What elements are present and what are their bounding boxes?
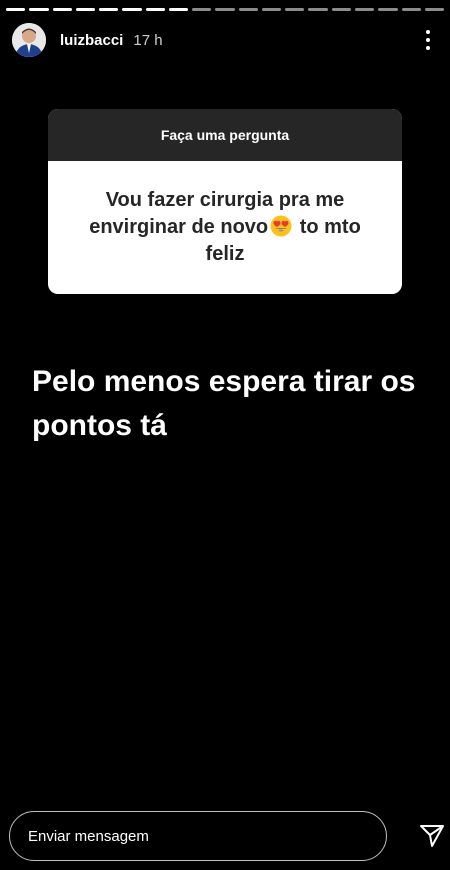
story-progress-segment [75,8,96,11]
avatar[interactable] [12,23,46,57]
story-footer: Enviar mensagem [9,810,450,862]
story-progress-segment [424,8,445,11]
story-progress-segment [378,8,398,11]
heart-eyes-emoji-icon [270,215,292,237]
story-progress-segment [285,8,305,11]
story-progress-segment [401,8,421,11]
story-progress-segment [99,8,119,11]
message-input-placeholder: Enviar mensagem [28,827,149,845]
story-progress-segment [215,8,235,11]
question-sticker: Faça uma pergunta Vou fazer cirurgia pra… [48,109,402,294]
story-progress-segment [52,8,72,11]
story-progress-segment [192,8,212,11]
story-progress-segment [168,8,189,11]
question-text: Vou fazer cirurgia pra me envirginar de … [48,161,402,294]
story-progress-segment [238,8,258,11]
story-timestamp: 17 h [133,31,163,49]
message-input[interactable]: Enviar mensagem [9,811,387,861]
story-progress-bar [6,8,445,11]
story-progress-segment [354,8,375,11]
question-sticker-title: Faça uma pergunta [48,109,402,161]
story-progress-segment [145,8,165,11]
answer-text: Pelo menos espera tirar os pontos tá [32,365,416,442]
more-options-icon[interactable] [418,28,438,52]
story-progress-segment [308,8,328,11]
username[interactable]: luizbacci [60,32,123,49]
story-progress-segment [261,8,282,11]
story-progress-segment [122,8,142,11]
story-header: luizbacci 17 h [12,20,438,60]
story-progress-segment [29,8,49,11]
send-icon[interactable] [419,823,445,849]
story-progress-segment [6,8,26,11]
story-progress-segment [331,8,351,11]
